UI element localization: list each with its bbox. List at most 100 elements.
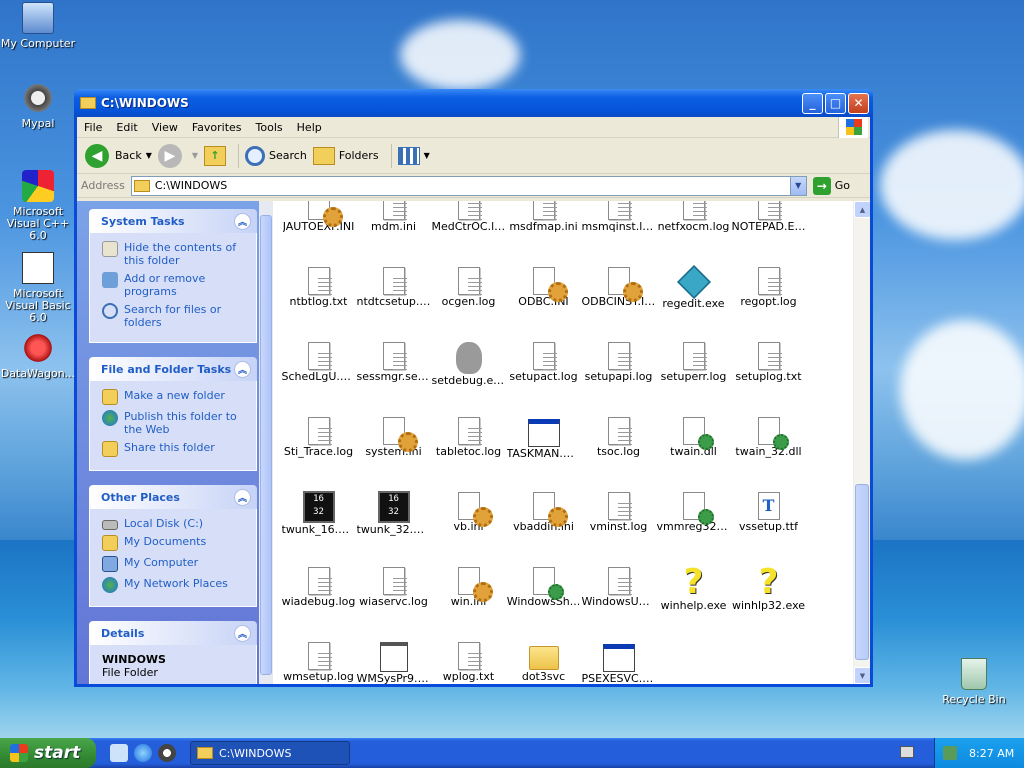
file-item[interactable]: 16 32 twunk_32.exe: [356, 488, 431, 563]
start-button[interactable]: start: [0, 738, 96, 768]
other-places-header[interactable]: Other Places ︽: [89, 485, 257, 509]
file-item[interactable]: setdebug.exe: [431, 338, 506, 413]
details-header[interactable]: Details ︽: [89, 621, 257, 645]
file-item[interactable]: mdm.ini: [356, 201, 431, 263]
file-item[interactable]: vb.ini: [431, 488, 506, 563]
back-dropdown-icon[interactable]: ▼: [146, 151, 152, 160]
file-item[interactable]: ODBC.INI: [506, 263, 581, 338]
maximize-button[interactable]: □: [825, 92, 846, 114]
file-item[interactable]: win.ini: [431, 563, 506, 638]
desktop-icon-mypal[interactable]: Mypal: [0, 82, 76, 130]
place-my-network-places[interactable]: My Network Places: [102, 577, 248, 593]
task-search-files[interactable]: Search for files or folders: [102, 303, 248, 329]
file-item[interactable]: twain.dll: [656, 413, 731, 488]
task-share-folder[interactable]: Share this folder: [102, 441, 248, 457]
file-item[interactable]: netfxocm.log: [656, 201, 731, 263]
place-my-computer[interactable]: My Computer: [102, 556, 248, 572]
file-item[interactable]: 16 32 twunk_16.exe: [281, 488, 356, 563]
place-local-disk[interactable]: Local Disk (C:): [102, 517, 248, 530]
folders-button[interactable]: Folders: [312, 146, 379, 165]
file-item[interactable]: ODBCINST.INI: [581, 263, 656, 338]
file-item[interactable]: WindowsUp...: [581, 563, 656, 638]
menu-edit[interactable]: Edit: [109, 121, 144, 134]
file-item[interactable]: dot3svc: [506, 638, 581, 684]
file-item[interactable]: ? winhelp.exe: [656, 563, 731, 638]
minimize-button[interactable]: _: [802, 92, 823, 114]
file-folder-tasks-header[interactable]: File and Folder Tasks ︽: [89, 357, 257, 381]
file-item[interactable]: wiaservc.log: [356, 563, 431, 638]
task-make-new-folder[interactable]: Make a new folder: [102, 389, 248, 405]
file-item[interactable]: TASKMAN.EXE: [506, 413, 581, 488]
desktop-icon-my-computer[interactable]: My Computer: [0, 2, 76, 50]
file-item[interactable]: tabletoc.log: [431, 413, 506, 488]
desktop-icon-recycle-bin[interactable]: Recycle Bin: [936, 658, 1012, 706]
clock[interactable]: 8:27 AM: [969, 747, 1014, 760]
file-item[interactable]: regopt.log: [731, 263, 806, 338]
menu-file[interactable]: File: [77, 121, 109, 134]
menu-favorites[interactable]: Favorites: [185, 121, 249, 134]
media-player-icon[interactable]: [158, 744, 176, 762]
menu-tools[interactable]: Tools: [249, 121, 290, 134]
collapse-chevron-icon[interactable]: ︽: [234, 625, 251, 642]
file-item[interactable]: JAUTOEXP.INI: [281, 201, 356, 263]
file-item[interactable]: Tvssetup.ttf: [731, 488, 806, 563]
forward-dropdown-icon[interactable]: ▼: [192, 151, 198, 160]
title-bar[interactable]: C:\WINDOWS _ □ ✕: [74, 89, 873, 117]
file-item[interactable]: NOTEPAD.EXE: [731, 201, 806, 263]
file-item[interactable]: WMSysPr9.prx: [356, 638, 431, 684]
file-item[interactable]: twain_32.dll: [731, 413, 806, 488]
menu-view[interactable]: View: [145, 121, 185, 134]
file-item[interactable]: tsoc.log: [581, 413, 656, 488]
system-tasks-header[interactable]: System Tasks ︽: [89, 209, 257, 233]
file-item[interactable]: vmmreg32.dll: [656, 488, 731, 563]
address-dropdown-icon[interactable]: ▼: [789, 176, 806, 195]
file-item[interactable]: ? winhlp32.exe: [731, 563, 806, 638]
file-item[interactable]: sessmgr.set...: [356, 338, 431, 413]
views-button[interactable]: ▼: [397, 146, 430, 165]
file-item[interactable]: wmsetup.log: [281, 638, 356, 684]
task-hide-contents[interactable]: Hide the contents of this folder: [102, 241, 248, 267]
file-list-scrollbar[interactable]: ▲ ▼: [853, 201, 870, 684]
show-desktop-icon[interactable]: [110, 744, 128, 762]
file-item[interactable]: vbaddin.ini: [506, 488, 581, 563]
file-item[interactable]: MedCtrOC.log: [431, 201, 506, 263]
menu-help[interactable]: Help: [290, 121, 329, 134]
task-pane-scrollbar[interactable]: [259, 201, 273, 684]
collapse-chevron-icon[interactable]: ︽: [234, 361, 251, 378]
file-item[interactable]: ocgen.log: [431, 263, 506, 338]
scroll-down-button[interactable]: ▼: [854, 667, 870, 684]
up-folder-button[interactable]: ↑: [204, 145, 227, 166]
search-button[interactable]: Search: [245, 145, 307, 166]
forward-button[interactable]: ▶ ▼: [157, 143, 198, 168]
file-item[interactable]: ntbtlog.txt: [281, 263, 356, 338]
file-item[interactable]: PSEXESVC.exe: [581, 638, 656, 684]
place-my-documents[interactable]: My Documents: [102, 535, 248, 551]
file-item[interactable]: WindowsSh...: [506, 563, 581, 638]
scrollbar-thumb[interactable]: [260, 215, 272, 675]
address-input[interactable]: C:\WINDOWS ▼: [130, 175, 807, 196]
close-button[interactable]: ✕: [848, 92, 869, 114]
desktop-icon-visual-basic[interactable]: Microsoft Visual Basic 6.0: [0, 252, 76, 324]
desktop-icon-datawagon[interactable]: DataWagon...: [0, 332, 76, 380]
file-item[interactable]: setupapi.log: [581, 338, 656, 413]
file-item[interactable]: wiadebug.log: [281, 563, 356, 638]
file-item[interactable]: vminst.log: [581, 488, 656, 563]
file-item[interactable]: msmqinst.log: [581, 201, 656, 263]
scrollbar-thumb[interactable]: [855, 484, 869, 660]
file-item[interactable]: SchedLgU.Txt: [281, 338, 356, 413]
back-button[interactable]: ◀ Back ▼: [85, 143, 152, 168]
file-item[interactable]: system.ini: [356, 413, 431, 488]
views-dropdown-icon[interactable]: ▼: [424, 151, 430, 160]
task-publish-folder[interactable]: Publish this folder to the Web: [102, 410, 248, 436]
file-item[interactable]: ntdtcsetup.log: [356, 263, 431, 338]
file-item[interactable]: regedit.exe: [656, 263, 731, 338]
task-add-remove-programs[interactable]: Add or remove programs: [102, 272, 248, 298]
desktop-icon-visual-cpp[interactable]: Microsoft Visual C++ 6.0: [0, 170, 76, 242]
file-item[interactable]: setuperr.log: [656, 338, 731, 413]
file-item[interactable]: wplog.txt: [431, 638, 506, 684]
go-button[interactable]: → Go: [812, 176, 866, 195]
keyboard-icon[interactable]: [900, 746, 914, 758]
file-item[interactable]: Sti_Trace.log: [281, 413, 356, 488]
file-item[interactable]: setupact.log: [506, 338, 581, 413]
file-item[interactable]: msdfmap.ini: [506, 201, 581, 263]
